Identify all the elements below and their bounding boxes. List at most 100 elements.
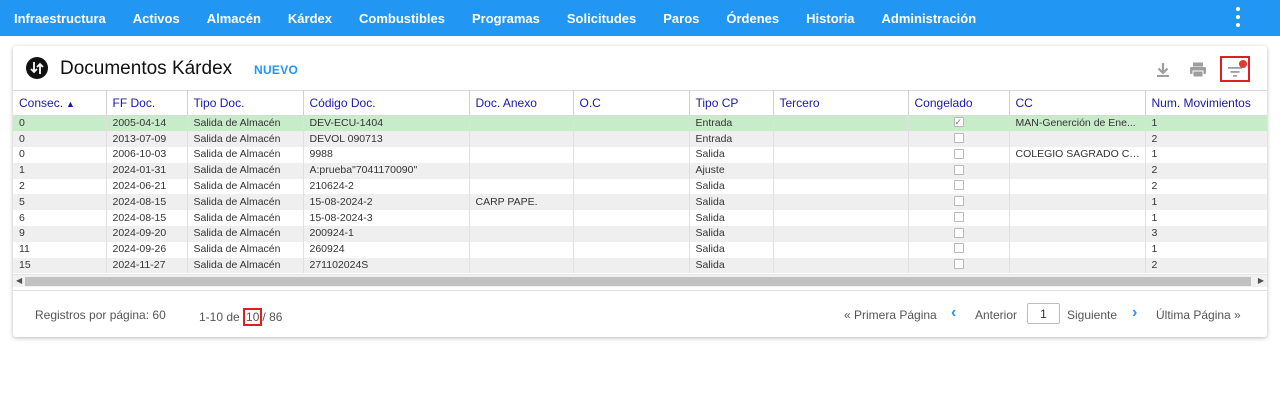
table-row[interactable]: 1 2024-01-31 Salida de Almacén A:prueba"704… bbox=[13, 162, 1267, 179]
table-cell: 9988 bbox=[303, 147, 470, 163]
column-header[interactable]: Tipo Doc. bbox=[187, 90, 304, 116]
table-cell: 1 bbox=[1145, 210, 1267, 227]
more-vert-icon[interactable] bbox=[1234, 7, 1242, 27]
first-page-link[interactable]: « Primera Página bbox=[844, 308, 937, 322]
table-cell: 200924-1 bbox=[303, 226, 470, 242]
table-cell: 2 bbox=[1145, 162, 1267, 179]
column-header[interactable]: FF Doc. bbox=[106, 90, 188, 116]
print-icon[interactable] bbox=[1188, 60, 1208, 80]
records-per-page[interactable]: Registros por página: 60 bbox=[35, 308, 166, 322]
frozen-checkbox[interactable] bbox=[953, 196, 964, 207]
frozen-checkbox[interactable] bbox=[953, 180, 964, 191]
table-row[interactable]: 9 2024-09-20 Salida de Almacén 200924-1 Sali… bbox=[13, 226, 1267, 242]
table-row[interactable]: 11 2024-09-26 Salida de Almacén 260924 Salid… bbox=[13, 241, 1267, 258]
table-row[interactable]: 6 2024-08-15 Salida de Almacén 15-08-2024-3… bbox=[13, 210, 1267, 227]
range-highlight: 10 bbox=[243, 308, 263, 326]
column-header[interactable]: Código Doc. bbox=[303, 90, 470, 116]
last-page-link[interactable]: Última Página » bbox=[1156, 308, 1241, 322]
column-header-label: CC bbox=[1015, 96, 1033, 110]
horizontal-scrollbar[interactable]: ◀ ▶ bbox=[13, 274, 1267, 287]
chevron-right-icon[interactable]: › bbox=[1132, 304, 1137, 322]
frozen-cell bbox=[908, 162, 1010, 179]
nav-item-ordenes[interactable]: Órdenes bbox=[726, 11, 779, 26]
nav-item-infraestructura[interactable]: Infraestructura bbox=[14, 11, 106, 26]
frozen-checkbox[interactable] bbox=[953, 148, 964, 159]
previous-page-link[interactable]: Anterior bbox=[975, 308, 1017, 322]
next-page-link[interactable]: Siguiente bbox=[1067, 308, 1117, 322]
table-cell: 2024-08-15 bbox=[106, 194, 188, 211]
scroll-right-icon[interactable]: ▶ bbox=[1258, 276, 1264, 285]
table-cell bbox=[469, 115, 574, 132]
frozen-cell bbox=[908, 257, 1010, 274]
column-header[interactable]: Doc. Anexo bbox=[469, 90, 574, 116]
frozen-checkbox[interactable] bbox=[953, 164, 964, 175]
table-cell: 2024-11-27 bbox=[106, 257, 188, 274]
nav-item-historia[interactable]: Historia bbox=[806, 11, 854, 26]
table-cell: Ajuste bbox=[689, 162, 774, 179]
frozen-checkbox[interactable] bbox=[953, 259, 964, 270]
nav-item-kardex[interactable]: Kárdex bbox=[288, 11, 332, 26]
column-header[interactable]: Tercero bbox=[773, 90, 909, 116]
table-cell: A:prueba"7041170090" bbox=[303, 162, 470, 179]
column-header[interactable]: CC bbox=[1009, 90, 1146, 116]
nav-item-administracion[interactable]: Administración bbox=[882, 11, 977, 26]
column-header[interactable]: Consec. ▲ bbox=[13, 90, 107, 116]
table-row[interactable]: 5 2024-08-15 Salida de Almacén 15-08-2024-2… bbox=[13, 194, 1267, 211]
table-cell: Salida de Almacén bbox=[187, 226, 304, 242]
table-row[interactable]: 15 2024-11-27 Salida de Almacén 271102024S S… bbox=[13, 257, 1267, 274]
frozen-checkbox[interactable] bbox=[953, 243, 964, 254]
table-cell: 2024-09-26 bbox=[106, 241, 188, 258]
table-cell bbox=[573, 115, 690, 132]
table-cell: COLEGIO SAGRADO CO... bbox=[1009, 147, 1146, 163]
column-header[interactable]: Tipo CP bbox=[689, 90, 774, 116]
table-cell bbox=[773, 131, 909, 148]
scrollbar-thumb[interactable] bbox=[25, 277, 1251, 286]
frozen-checkbox[interactable] bbox=[953, 116, 964, 130]
column-header[interactable]: Num. Movimientos bbox=[1145, 90, 1267, 116]
sort-ascending-icon[interactable]: ▲ bbox=[66, 99, 75, 109]
table-row[interactable]: 2 2024-06-21 Salida de Almacén 210624-2 Sali… bbox=[13, 178, 1267, 195]
table-cell bbox=[573, 226, 690, 242]
table-cell bbox=[573, 210, 690, 227]
filter-button[interactable] bbox=[1220, 56, 1250, 82]
frozen-checkbox[interactable] bbox=[953, 211, 964, 222]
table-cell: 1 bbox=[1145, 147, 1267, 163]
column-header[interactable]: Congelado bbox=[908, 90, 1010, 116]
nav-item-activos[interactable]: Activos bbox=[133, 11, 180, 26]
table-cell bbox=[773, 162, 909, 179]
table-cell: DEVOL 090713 bbox=[303, 131, 470, 148]
table-cell: 2 bbox=[1145, 178, 1267, 195]
table-cell bbox=[573, 131, 690, 148]
frozen-checkbox[interactable] bbox=[953, 132, 964, 143]
table-cell: 3 bbox=[1145, 226, 1267, 242]
chevron-left-icon[interactable]: ‹ bbox=[951, 304, 956, 322]
scroll-left-icon[interactable]: ◀ bbox=[16, 276, 22, 285]
table-cell: Salida de Almacén bbox=[187, 241, 304, 258]
table-cell: 15-08-2024-2 bbox=[303, 194, 470, 211]
download-icon[interactable] bbox=[1153, 60, 1173, 80]
nav-item-combustibles[interactable]: Combustibles bbox=[359, 11, 445, 26]
table-row[interactable]: 0 2006-10-03 Salida de Almacén 9988 Salida CO… bbox=[13, 147, 1267, 163]
table-cell: 2 bbox=[1145, 131, 1267, 148]
table-cell bbox=[469, 178, 574, 195]
column-header[interactable]: O.C bbox=[573, 90, 690, 116]
table-row[interactable]: 0 2013-07-09 Salida de Almacén DEVOL 090713… bbox=[13, 131, 1267, 148]
table-cell bbox=[773, 147, 909, 163]
table-cell bbox=[773, 241, 909, 258]
table-cell bbox=[469, 210, 574, 227]
frozen-checkbox[interactable] bbox=[953, 227, 964, 238]
nav-item-paros[interactable]: Paros bbox=[663, 11, 699, 26]
top-navbar: Infraestructura Activos Almacén Kárdex Combu… bbox=[0, 0, 1280, 36]
table-cell: 2006-10-03 bbox=[106, 147, 188, 163]
nav-item-programas[interactable]: Programas bbox=[472, 11, 540, 26]
table-cell bbox=[1009, 131, 1146, 148]
frozen-cell bbox=[908, 131, 1010, 148]
page-number-input[interactable] bbox=[1027, 303, 1060, 324]
table-cell: 0 bbox=[13, 115, 107, 132]
table-cell: 9 bbox=[13, 226, 107, 242]
nav-item-solicitudes[interactable]: Solicitudes bbox=[567, 11, 636, 26]
new-document-button[interactable]: NUEVO bbox=[254, 63, 298, 77]
column-header-label: O.C bbox=[579, 96, 601, 110]
nav-item-almacen[interactable]: Almacén bbox=[207, 11, 261, 26]
table-row[interactable]: 0 2005-04-14 Salida de Almacén DEV-ECU-1404… bbox=[13, 115, 1267, 132]
